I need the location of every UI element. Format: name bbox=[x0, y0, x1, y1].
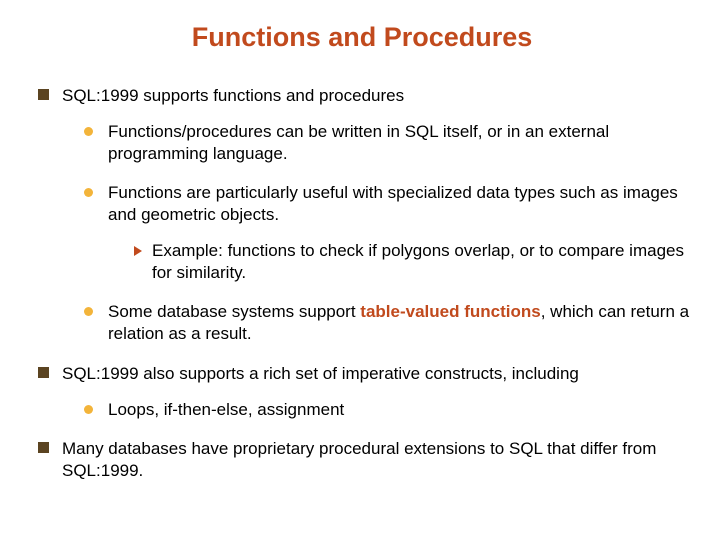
bullet-1a: Functions/procedures can be written in S… bbox=[84, 121, 692, 165]
bullet-2a: Loops, if-then-else, assignment bbox=[84, 399, 692, 421]
bullet-1b-text: Functions are particularly useful with s… bbox=[108, 183, 678, 224]
bullet-1b-sublist: Example: functions to check if polygons … bbox=[108, 240, 692, 284]
slide-title: Functions and Procedures bbox=[32, 22, 692, 53]
bullet-1b: Functions are particularly useful with s… bbox=[84, 182, 692, 283]
bullet-list: SQL:1999 supports functions and procedur… bbox=[32, 85, 692, 482]
bullet-1-sublist: Functions/procedures can be written in S… bbox=[62, 121, 692, 345]
bullet-1c: Some database systems support table-valu… bbox=[84, 301, 692, 345]
bullet-3: Many databases have proprietary procedur… bbox=[38, 438, 692, 482]
bullet-1: SQL:1999 supports functions and procedur… bbox=[38, 85, 692, 345]
bullet-1b-example: Example: functions to check if polygons … bbox=[134, 240, 692, 284]
slide: Functions and Procedures SQL:1999 suppor… bbox=[0, 0, 720, 540]
bullet-1c-pre: Some database systems support bbox=[108, 302, 360, 321]
bullet-2-sublist: Loops, if-then-else, assignment bbox=[62, 399, 692, 421]
bullet-1c-em: table-valued functions bbox=[360, 302, 540, 321]
bullet-2-text: SQL:1999 also supports a rich set of imp… bbox=[62, 364, 579, 383]
bullet-1-text: SQL:1999 supports functions and procedur… bbox=[62, 86, 404, 105]
bullet-2: SQL:1999 also supports a rich set of imp… bbox=[38, 363, 692, 421]
